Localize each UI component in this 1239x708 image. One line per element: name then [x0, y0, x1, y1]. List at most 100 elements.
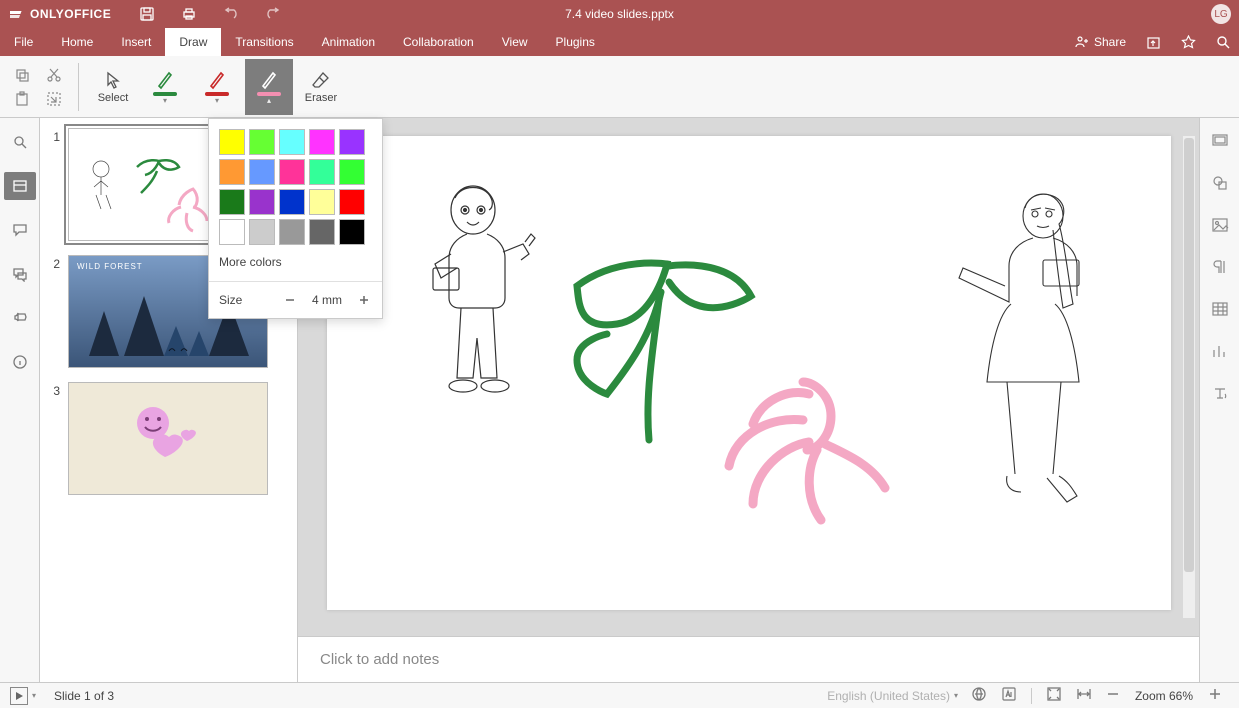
zoom-in-icon[interactable] [1208, 687, 1222, 704]
tab-home[interactable]: Home [47, 28, 107, 56]
color-swatch[interactable] [279, 189, 305, 215]
color-swatch[interactable] [249, 129, 275, 155]
language-label[interactable]: English (United States) [827, 689, 950, 703]
print-icon[interactable] [181, 6, 197, 22]
image-settings-icon[interactable] [1206, 212, 1234, 238]
pen-1[interactable]: ▾ [141, 59, 189, 115]
slide-canvas-area: Click to add notes [298, 118, 1199, 682]
chevron-up-icon[interactable]: ▴ [267, 98, 271, 104]
size-increase-button[interactable] [356, 292, 372, 308]
divider [209, 281, 382, 282]
pen-3[interactable]: ▴ [245, 59, 293, 115]
slide-settings-icon[interactable] [1206, 128, 1234, 154]
textart-settings-icon[interactable] [1206, 380, 1234, 406]
slide-thumb-3[interactable] [68, 382, 268, 495]
color-swatch[interactable] [339, 189, 365, 215]
tab-file[interactable]: File [0, 28, 47, 56]
thumb-number-2: 2 [46, 255, 60, 368]
color-swatch[interactable] [339, 129, 365, 155]
tab-view[interactable]: View [488, 28, 542, 56]
copy-icon[interactable] [14, 67, 30, 83]
color-swatch[interactable] [309, 159, 335, 185]
cut-icon[interactable] [46, 67, 62, 83]
search-icon[interactable] [1216, 35, 1231, 50]
color-swatch[interactable] [219, 129, 245, 155]
color-swatch[interactable] [339, 159, 365, 185]
color-swatch[interactable] [339, 219, 365, 245]
color-swatch[interactable] [279, 159, 305, 185]
tab-transitions[interactable]: Transitions [221, 28, 307, 56]
favorite-icon[interactable] [1181, 35, 1196, 50]
paste-icon[interactable] [14, 91, 30, 107]
shape-settings-icon[interactable] [1206, 170, 1234, 196]
user-avatar[interactable]: LG [1211, 4, 1231, 24]
open-location-icon[interactable] [1146, 35, 1161, 50]
fit-slide-icon[interactable] [1046, 686, 1062, 705]
color-swatch[interactable] [219, 189, 245, 215]
chat-icon[interactable] [4, 260, 36, 288]
vertical-scrollbar[interactable] [1183, 136, 1195, 618]
tab-plugins[interactable]: Plugins [542, 28, 609, 56]
start-slideshow-icon[interactable] [10, 687, 28, 705]
spellcheck-icon[interactable] [971, 686, 987, 705]
notes-area[interactable]: Click to add notes [298, 636, 1199, 682]
language-dropdown-icon[interactable]: ▾ [954, 691, 958, 700]
menubar: File Home Insert Draw Transitions Animat… [0, 28, 1239, 56]
draw-toolbar: Select ▾ ▾ ▴ Eraser [0, 56, 1239, 118]
select-all-icon[interactable] [46, 91, 62, 107]
color-swatch[interactable] [279, 129, 305, 155]
tab-collaboration[interactable]: Collaboration [389, 28, 488, 56]
eraser-tool[interactable]: Eraser [297, 59, 345, 115]
thumb-number-1: 1 [46, 128, 60, 241]
chevron-down-icon[interactable]: ▾ [163, 98, 167, 104]
slide-canvas[interactable] [327, 136, 1171, 610]
color-swatch[interactable] [309, 219, 335, 245]
pen-2[interactable]: ▾ [193, 59, 241, 115]
feedback-icon[interactable] [4, 304, 36, 332]
color-swatch[interactable] [219, 219, 245, 245]
tab-draw[interactable]: Draw [165, 28, 221, 56]
slideshow-dropdown-icon[interactable]: ▾ [32, 691, 36, 700]
comments-icon[interactable] [4, 216, 36, 244]
right-rail [1199, 118, 1239, 682]
slides-panel-icon[interactable] [4, 172, 36, 200]
doclang-icon[interactable] [1001, 686, 1017, 705]
quick-access-toolbar [139, 6, 281, 22]
app-logo: ONLYOFFICE [0, 7, 111, 21]
select-tool[interactable]: Select [89, 59, 137, 115]
zoom-out-icon[interactable] [1106, 687, 1120, 704]
about-icon[interactable] [4, 348, 36, 376]
pen-3-swatch [257, 92, 281, 96]
color-swatch[interactable] [309, 189, 335, 215]
color-swatch[interactable] [249, 159, 275, 185]
paragraph-settings-icon[interactable] [1206, 254, 1234, 280]
slide-2-caption: WILD FOREST [77, 262, 143, 271]
color-swatch[interactable] [279, 219, 305, 245]
save-icon[interactable] [139, 6, 155, 22]
find-icon[interactable] [4, 128, 36, 156]
color-swatch[interactable] [249, 219, 275, 245]
statusbar: ▾ Slide 1 of 3 English (United States) ▾… [0, 682, 1239, 708]
slide-indicator: Slide 1 of 3 [54, 689, 114, 703]
redo-icon[interactable] [265, 6, 281, 22]
size-decrease-button[interactable] [282, 292, 298, 308]
pen-1-swatch [153, 92, 177, 96]
color-swatch[interactable] [309, 129, 335, 155]
chevron-down-icon[interactable]: ▾ [215, 98, 219, 104]
woman-drawing [947, 182, 1117, 522]
table-settings-icon[interactable] [1206, 296, 1234, 322]
undo-icon[interactable] [223, 6, 239, 22]
fit-width-icon[interactable] [1076, 686, 1092, 705]
more-colors-button[interactable]: More colors [219, 245, 372, 275]
size-value: 4 mm [312, 293, 342, 307]
zoom-label[interactable]: Zoom 66% [1135, 689, 1193, 703]
tab-animation[interactable]: Animation [308, 28, 389, 56]
color-swatch[interactable] [219, 159, 245, 185]
color-swatch[interactable] [249, 189, 275, 215]
boy-drawing [407, 176, 547, 406]
tab-insert[interactable]: Insert [107, 28, 165, 56]
workarea: 1 2 WILD FOREST 3 [0, 118, 1239, 682]
share-button[interactable]: Share [1075, 35, 1126, 49]
chart-settings-icon[interactable] [1206, 338, 1234, 364]
titlebar: ONLYOFFICE 7.4 video slides.pptx LG [0, 0, 1239, 28]
